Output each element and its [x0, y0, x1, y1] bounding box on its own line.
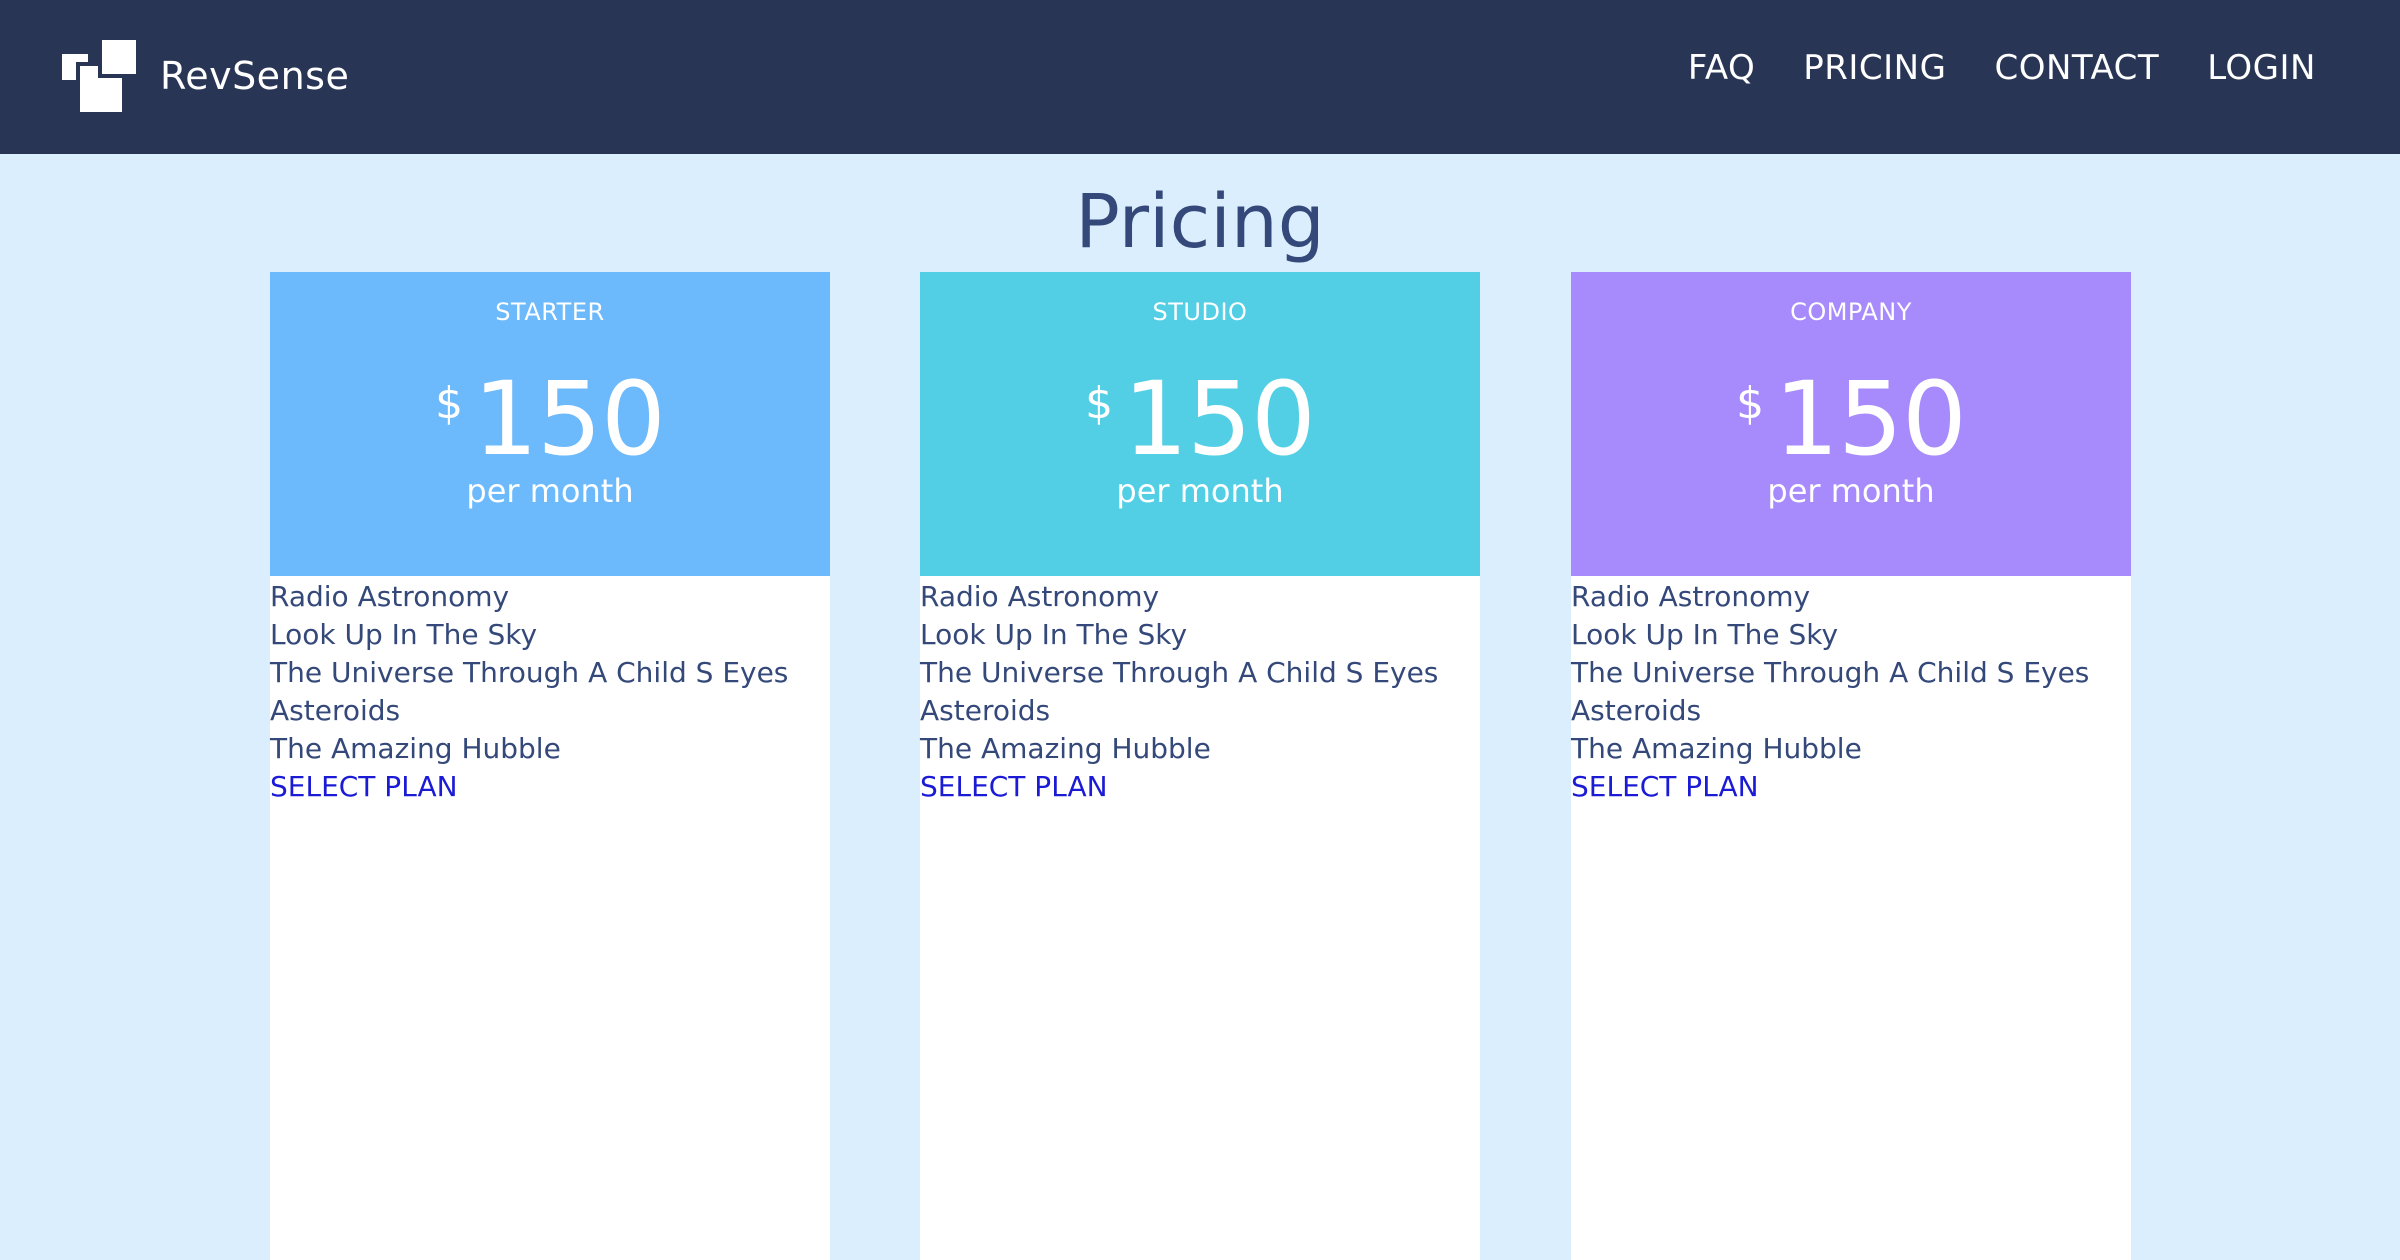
- feature-item: Asteroids: [920, 694, 1051, 727]
- plan-name: STUDIO: [1152, 298, 1248, 326]
- select-plan-button[interactable]: SELECT PLAN: [1571, 768, 2131, 806]
- nav-link-login[interactable]: LOGIN: [2207, 48, 2316, 88]
- feature-item: Asteroids: [1571, 694, 1702, 727]
- brand-home-link[interactable]: RevSense: [58, 36, 349, 116]
- currency-symbol: $: [1736, 378, 1765, 429]
- pricing-card-starter: STARTER $ 150 per month Radio Astronomy …: [270, 272, 830, 1260]
- currency-symbol: $: [435, 378, 464, 429]
- pricing-card-studio: STUDIO $ 150 per month Radio Astronomy L…: [920, 272, 1480, 1260]
- price-amount: 150: [1774, 360, 1967, 479]
- feature-item: The Amazing Hubble: [920, 732, 1211, 765]
- pricing-card-company: COMPANY $ 150 per month Radio Astronomy …: [1571, 272, 2131, 1260]
- price: $ 150: [1571, 360, 2131, 480]
- top-navbar: RevSense FAQ PRICING CONTACT LOGIN: [0, 0, 2400, 154]
- feature-item: The Universe Through A Child S Eyes: [920, 656, 1439, 689]
- price: $ 150: [920, 360, 1480, 480]
- feature-list: Radio Astronomy Look Up In The Sky The U…: [1571, 578, 2131, 768]
- pricing-card-header: COMPANY $ 150 per month: [1571, 272, 2131, 576]
- select-plan-button[interactable]: SELECT PLAN: [920, 768, 1480, 806]
- currency-symbol: $: [1085, 378, 1114, 429]
- select-plan-button[interactable]: SELECT PLAN: [270, 768, 830, 806]
- pricing-card-header: STUDIO $ 150 per month: [920, 272, 1480, 576]
- plan-name: COMPANY: [1790, 298, 1912, 326]
- feature-item: Look Up In The Sky: [1571, 618, 1839, 651]
- stacked-squares-logo-icon: [58, 36, 140, 116]
- feature-item: Radio Astronomy: [1571, 580, 1811, 613]
- nav-link-contact[interactable]: CONTACT: [1994, 48, 2159, 88]
- feature-item: The Amazing Hubble: [270, 732, 561, 765]
- feature-list: Radio Astronomy Look Up In The Sky The U…: [270, 578, 830, 768]
- price: $ 150: [270, 360, 830, 480]
- page-title: Pricing: [1075, 179, 1325, 265]
- billing-period: per month: [1767, 472, 1935, 510]
- feature-item: Asteroids: [270, 694, 401, 727]
- pricing-card-header: STARTER $ 150 per month: [270, 272, 830, 576]
- feature-item: Radio Astronomy: [270, 580, 510, 613]
- feature-item: The Universe Through A Child S Eyes: [1571, 656, 2090, 689]
- nav-link-pricing[interactable]: PRICING: [1803, 48, 1946, 88]
- brand-name: RevSense: [160, 54, 350, 98]
- feature-item: Radio Astronomy: [920, 580, 1160, 613]
- price-amount: 150: [1123, 360, 1316, 479]
- billing-period: per month: [1116, 472, 1284, 510]
- plan-name: STARTER: [495, 298, 605, 326]
- billing-period: per month: [466, 472, 634, 510]
- feature-item: The Amazing Hubble: [1571, 732, 1862, 765]
- main-nav: FAQ PRICING CONTACT LOGIN: [1640, 0, 2316, 136]
- feature-item: Look Up In The Sky: [270, 618, 538, 651]
- price-amount: 150: [473, 360, 666, 479]
- feature-item: The Universe Through A Child S Eyes: [270, 656, 789, 689]
- feature-list: Radio Astronomy Look Up In The Sky The U…: [920, 578, 1480, 768]
- nav-link-faq[interactable]: FAQ: [1688, 48, 1755, 88]
- feature-item: Look Up In The Sky: [920, 618, 1188, 651]
